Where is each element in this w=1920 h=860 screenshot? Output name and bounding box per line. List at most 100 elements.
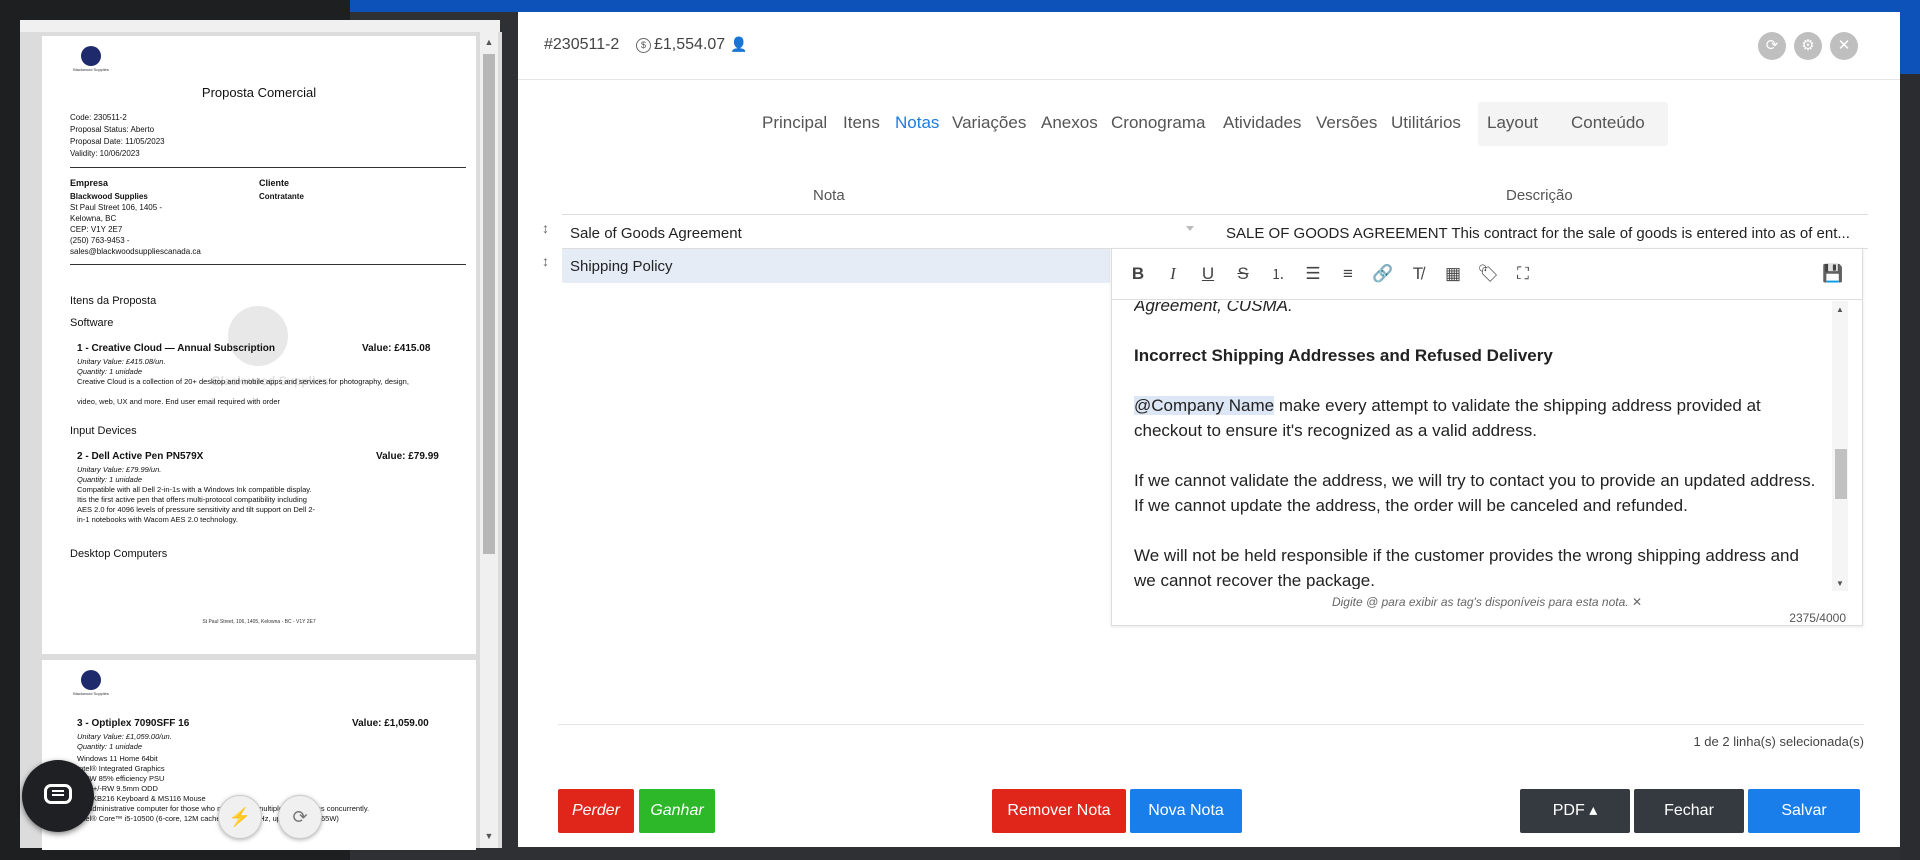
cliente-label: Cliente xyxy=(259,178,290,188)
column-header-description[interactable]: Descrição xyxy=(1506,187,1573,204)
backdrop-right-top xyxy=(1900,0,1920,74)
divider xyxy=(70,264,466,265)
item-1-unit: Unitary Value: £415.08/un. xyxy=(77,357,166,366)
drag-handle-icon[interactable]: ↕ xyxy=(542,253,549,269)
italic-icon[interactable]: I xyxy=(1162,263,1184,285)
tab-layout[interactable]: Layout xyxy=(1487,108,1538,148)
company-cep: CEP: V1Y 2E7 xyxy=(70,225,123,234)
close-button[interactable]: ✕ xyxy=(1830,32,1858,60)
proposal-validity: Validity: 10/06/2023 xyxy=(70,149,140,158)
scroll-up-arrow-icon[interactable]: ▲ xyxy=(480,34,498,50)
row-1-description[interactable]: SALE OF GOODS AGREEMENT This contract fo… xyxy=(1226,225,1850,242)
footer-divider xyxy=(558,724,1864,725)
sync-button[interactable]: ⟳ xyxy=(1758,32,1786,60)
content-paragraph-2: If we cannot validate the address, we wi… xyxy=(1134,471,1816,515)
tag-hint-text: Digite @ para exibir as tag's disponívei… xyxy=(1331,595,1629,609)
bold-icon[interactable]: B xyxy=(1127,263,1149,285)
table-icon[interactable]: ▦ xyxy=(1442,263,1464,285)
align-icon[interactable]: ≡ xyxy=(1337,263,1359,285)
item-2-desc-1: Compatible with all Dell 2-in-1s with a … xyxy=(77,485,312,494)
ordered-list-icon[interactable]: ⒈ xyxy=(1267,263,1289,285)
perder-button[interactable]: Perder xyxy=(558,789,634,833)
row-1-note[interactable]: Sale of Goods Agreement xyxy=(570,225,742,242)
proposal-status: Proposal Status: Aberto xyxy=(70,125,155,134)
logo-caption: Blackwood Supplies xyxy=(73,67,109,72)
content-line: Agreement, CUSMA. xyxy=(1134,301,1293,315)
scroll-down-arrow-icon[interactable]: ▼ xyxy=(480,828,498,844)
company-name-tag[interactable]: @Company Name xyxy=(1134,396,1275,415)
item-3-value: Value: £1,059.00 xyxy=(352,718,429,729)
fullscreen-icon[interactable]: ⛶ xyxy=(1512,263,1534,285)
new-note-button[interactable]: Nova Nota xyxy=(1130,789,1242,833)
selection-status: 1 de 2 linha(s) selecionada(s) xyxy=(1693,734,1864,749)
item-1-desc-1: Creative Cloud is a collection of 20+ de… xyxy=(77,377,409,386)
tab-cronograma[interactable]: Cronograma xyxy=(1111,108,1206,148)
client-name: Contratante xyxy=(259,192,304,201)
bullet-list-icon[interactable]: ☰ xyxy=(1302,263,1324,285)
tab-principal[interactable]: Principal xyxy=(762,108,827,148)
item-2-title: 2 - Dell Active Pen PN579X xyxy=(77,451,204,462)
company-email: sales@blackwoodsuppliescanada.ca xyxy=(70,247,201,256)
lightning-icon: ⚡ xyxy=(228,807,252,827)
content-paragraph-3: We will not be held responsible if the c… xyxy=(1134,546,1799,589)
proposal-modal: #230511-2 $ £1,554.07 👤 ⟳ ⚙ ✕ Principal … xyxy=(518,12,1900,847)
pdf-button[interactable]: PDF ▴ xyxy=(1520,789,1630,833)
tab-bar: Principal Itens Notas Variações Anexos C… xyxy=(518,102,1900,148)
refresh-icon: ⟳ xyxy=(292,807,308,827)
content-paragraph-1: @Company Name make every attempt to vali… xyxy=(1134,393,1824,443)
save-icon[interactable]: 💾 xyxy=(1822,263,1844,285)
tab-variacoes[interactable]: Variações xyxy=(952,108,1026,148)
clear-format-icon[interactable]: T̸ xyxy=(1407,263,1429,285)
item-3-qty: Quantity: 1 unidade xyxy=(77,742,143,751)
category-input-devices: Input Devices xyxy=(70,425,137,437)
page-footer: St Paul Street, 106, 1405, Kelowna - BC … xyxy=(202,619,316,625)
proposal-title: Proposta Comercial xyxy=(201,85,317,100)
editor-content[interactable]: Agreement, CUSMA. Incorrect Shipping Add… xyxy=(1134,301,1824,589)
item-1-qty: Quantity: 1 unidade xyxy=(77,367,143,376)
column-header-note[interactable]: Nota xyxy=(813,187,845,204)
scroll-up-arrow-icon[interactable]: ▲ xyxy=(1832,305,1848,314)
divider xyxy=(70,167,466,168)
editor-scrollbar-thumb[interactable] xyxy=(1835,449,1847,499)
content-heading: Incorrect Shipping Addresses and Refused… xyxy=(1134,346,1553,365)
proposal-code: Code: 230511-2 xyxy=(70,113,127,122)
items-section-title: Itens da Proposta xyxy=(70,295,157,307)
row-2-note[interactable]: Shipping Policy xyxy=(570,258,673,275)
editor-scrollbar[interactable] xyxy=(1832,301,1848,591)
scroll-down-arrow-icon[interactable]: ▼ xyxy=(1832,579,1848,588)
refresh-preview-button[interactable]: ⟳ xyxy=(278,795,322,839)
item-3-line-5: Dell KB216 Keyboard & MS116 Mouse xyxy=(77,794,206,803)
preview-scrollbar-thumb[interactable] xyxy=(483,54,495,554)
money-icon: $ xyxy=(636,38,651,53)
tab-anexos[interactable]: Anexos xyxy=(1041,108,1098,148)
close-modal-button[interactable]: Fechar xyxy=(1634,789,1744,833)
drag-handle-icon[interactable]: ↕ xyxy=(542,220,549,236)
save-button[interactable]: Salvar xyxy=(1748,789,1860,833)
company-address-2: Kelowna, BC xyxy=(70,214,117,223)
tab-utilitarios[interactable]: Utilitários xyxy=(1391,108,1461,148)
gear-icon: ⚙ xyxy=(1801,37,1815,54)
tab-itens[interactable]: Itens xyxy=(843,108,880,148)
strikethrough-icon[interactable]: S xyxy=(1232,263,1254,285)
settings-button[interactable]: ⚙ xyxy=(1794,32,1822,60)
character-counter: 2375/4000 xyxy=(1789,611,1846,625)
tab-notas[interactable]: Notas xyxy=(895,108,939,148)
underline-icon[interactable]: U xyxy=(1197,263,1219,285)
item-2-qty: Quantity: 1 unidade xyxy=(77,475,143,484)
company-address-1: St Paul Street 106, 1405 - xyxy=(70,203,163,212)
tab-versoes[interactable]: Versões xyxy=(1316,108,1377,148)
user-check-icon[interactable]: 👤 xyxy=(730,36,747,53)
chat-button[interactable] xyxy=(22,760,94,832)
tag-icon[interactable]: 🏷 xyxy=(1477,263,1499,285)
proposal-date: Proposal Date: 11/05/2023 xyxy=(70,137,165,146)
ganhar-button[interactable]: Ganhar xyxy=(639,789,715,833)
tab-conteudo[interactable]: Conteúdo xyxy=(1571,108,1645,148)
close-hint-icon[interactable]: ✕ xyxy=(1632,595,1642,609)
chevron-down-icon[interactable] xyxy=(1186,226,1194,231)
lightning-button[interactable]: ⚡ xyxy=(218,795,262,839)
tab-atividades[interactable]: Atividades xyxy=(1223,108,1301,148)
link-icon[interactable]: 🔗 xyxy=(1372,263,1394,285)
editor-toolbar: B I U S ⒈ ☰ ≡ 🔗 T̸ ▦ 🏷 ⛶ 💾 xyxy=(1112,249,1862,300)
note-editor: B I U S ⒈ ☰ ≡ 🔗 T̸ ▦ 🏷 ⛶ 💾 Agreement, CU… xyxy=(1111,248,1863,626)
remove-note-button[interactable]: Remover Nota xyxy=(992,789,1126,833)
